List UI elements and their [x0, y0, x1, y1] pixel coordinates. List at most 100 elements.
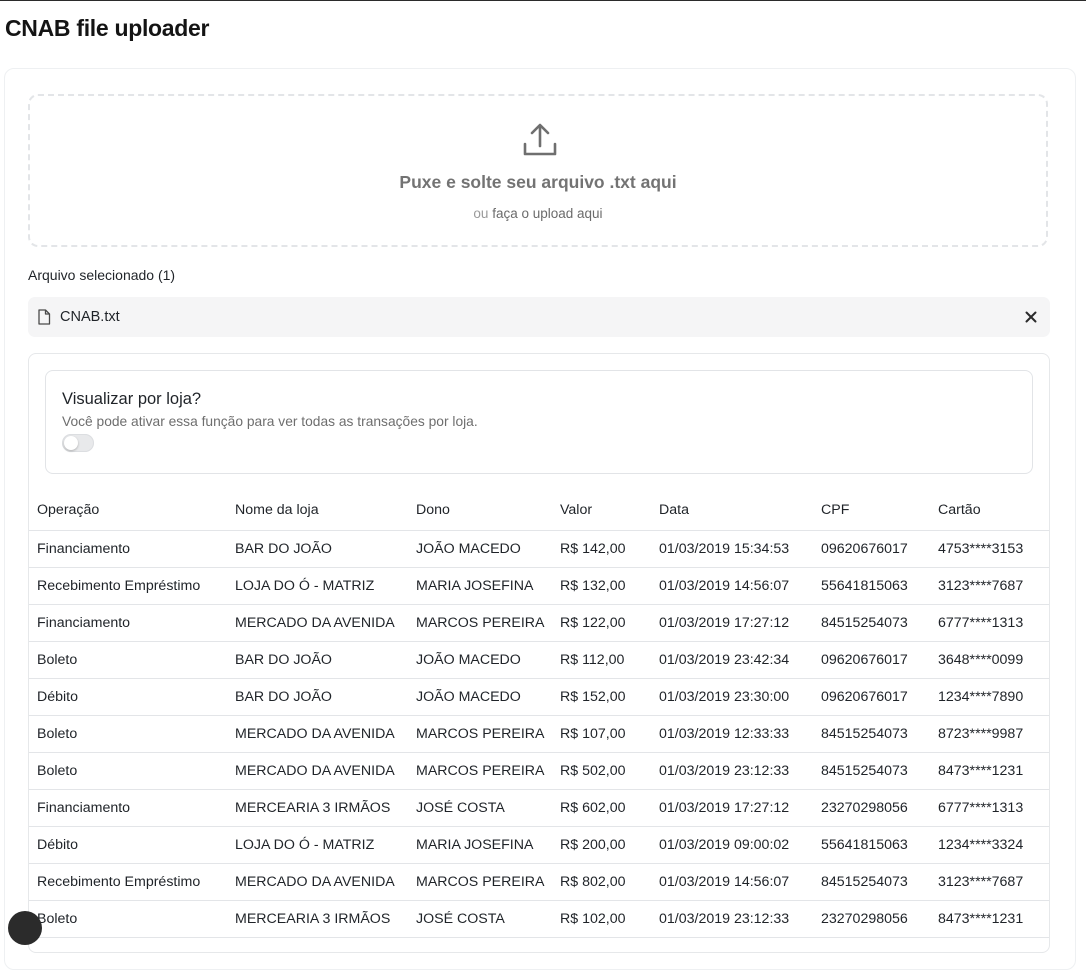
- table-cell: Boleto: [29, 715, 227, 753]
- table-cell: 55641815063: [813, 567, 930, 605]
- table-cell: 01/03/2019 23:12:33: [651, 752, 813, 790]
- table-cell: BAR DO JOÃO: [227, 641, 408, 679]
- page-title: CNAB file uploader: [5, 15, 210, 41]
- table-cell: 8473****1231: [930, 752, 1049, 790]
- table-cell: 84515254073: [813, 863, 930, 901]
- table-cell: 09620676017: [813, 641, 930, 679]
- dropzone-subtext: ou faça o upload aqui: [30, 206, 1046, 221]
- table-cell: 84515254073: [813, 604, 930, 642]
- store-view-description: Você pode ativar essa função para ver to…: [62, 414, 478, 429]
- table-cell: 84515254073: [813, 752, 930, 790]
- table-cell: 09620676017: [813, 530, 930, 568]
- close-icon[interactable]: [1024, 310, 1038, 324]
- table-cell: BAR DO JOÃO: [227, 530, 408, 568]
- table-cell: 84515254073: [813, 715, 930, 753]
- table-cell: JOÃO MACEDO: [408, 530, 552, 568]
- table-cell: R$ 102,00: [552, 900, 651, 938]
- table-cell: Boleto: [29, 752, 227, 790]
- column-header: Dono: [408, 490, 552, 531]
- table-cell: Financiamento: [29, 604, 227, 642]
- table-cell: 8473****1231: [930, 900, 1049, 938]
- table-cell: Boleto: [29, 641, 227, 679]
- table-row: Débito LOJA DO Ó - MATRIZ MARIA JOSEFINA R$…: [29, 826, 1049, 864]
- table-cell: R$ 152,00: [552, 678, 651, 716]
- column-header: CPF: [813, 490, 930, 531]
- table-body: Financiamento BAR DO JOÃO JOÃO MACEDO R$ 14…: [29, 530, 1049, 938]
- dropzone-instruction: Puxe e solte seu arquivo .txt aqui: [399, 172, 677, 192]
- table-cell: R$ 802,00: [552, 863, 651, 901]
- table-cell: LOJA DO Ó - MATRIZ: [227, 826, 408, 864]
- table-cell: R$ 132,00: [552, 567, 651, 605]
- table-cell: R$ 122,00: [552, 604, 651, 642]
- table-cell: MARIA JOSEFINA: [408, 826, 552, 864]
- table-row: Boleto MERCADO DA AVENIDA MARCOS PEREIRA R$…: [29, 752, 1049, 790]
- table-cell: R$ 107,00: [552, 715, 651, 753]
- table-cell: 01/03/2019 23:42:34: [651, 641, 813, 679]
- table-cell: 6777****1313: [930, 789, 1049, 827]
- table-cell: MARIA JOSEFINA: [408, 567, 552, 605]
- table-row: Financiamento MERCADO DA AVENIDA MARCOS PE…: [29, 604, 1049, 642]
- table-cell: 01/03/2019 23:12:33: [651, 900, 813, 938]
- upload-link[interactable]: faça o upload aqui: [492, 206, 602, 221]
- file-icon: [38, 309, 51, 325]
- transactions-table: Operação Nome da loja Dono Valor Data CP…: [29, 490, 1049, 938]
- table-cell: 1234****3324: [930, 826, 1049, 864]
- column-header: Data: [651, 490, 813, 531]
- table-row: Recebimento Empréstimo LOJA DO Ó - MATRIZ…: [29, 567, 1049, 605]
- table-cell: Financiamento: [29, 530, 227, 568]
- table-cell: R$ 502,00: [552, 752, 651, 790]
- table-cell: 4753****3153: [930, 530, 1049, 568]
- table-row: Financiamento BAR DO JOÃO JOÃO MACEDO R$ 14…: [29, 530, 1049, 568]
- selected-file-name: CNAB.txt: [60, 309, 120, 325]
- table-cell: 6777****1313: [930, 604, 1049, 642]
- table-cell: MARCOS PEREIRA: [408, 752, 552, 790]
- store-view-toggle[interactable]: [62, 434, 94, 452]
- floating-action-button[interactable]: [8, 911, 42, 945]
- column-header: Valor: [552, 490, 651, 531]
- table-cell: MERCEARIA 3 IRMÃOS: [227, 900, 408, 938]
- table-header-row: Operação Nome da loja Dono Valor Data CP…: [29, 490, 1049, 531]
- table-cell: 01/03/2019 14:56:07: [651, 863, 813, 901]
- table-cell: 01/03/2019 09:00:02: [651, 826, 813, 864]
- table-row: Débito BAR DO JOÃO JOÃO MACEDO R$ 152,00 01/…: [29, 678, 1049, 716]
- table-cell: 09620676017: [813, 678, 930, 716]
- selected-file-row: CNAB.txt: [28, 297, 1050, 337]
- table-cell: Recebimento Empréstimo: [29, 567, 227, 605]
- table-row: Boleto MERCADO DA AVENIDA MARCOS PEREIRA R$…: [29, 715, 1049, 753]
- table-cell: 1234****7890: [930, 678, 1049, 716]
- table-cell: 01/03/2019 23:30:00: [651, 678, 813, 716]
- table-row: Financiamento MERCEARIA 3 IRMÃOS JOSÉ COST…: [29, 789, 1049, 827]
- top-border: [0, 0, 1086, 1]
- table-cell: MERCADO DA AVENIDA: [227, 863, 408, 901]
- table-cell: Financiamento: [29, 789, 227, 827]
- table-cell: 23270298056: [813, 789, 930, 827]
- table-cell: 01/03/2019 12:33:33: [651, 715, 813, 753]
- table-cell: Débito: [29, 826, 227, 864]
- toggle-knob: [64, 436, 78, 450]
- table-cell: MARCOS PEREIRA: [408, 604, 552, 642]
- file-dropzone[interactable]: Puxe e solte seu arquivo .txt aqui ou fa…: [28, 94, 1048, 247]
- table-cell: JOSÉ COSTA: [408, 900, 552, 938]
- column-header: Nome da loja: [227, 490, 408, 531]
- table-cell: MERCADO DA AVENIDA: [227, 715, 408, 753]
- column-header: Cartão: [930, 490, 1049, 531]
- table-cell: Débito: [29, 678, 227, 716]
- table-cell: Recebimento Empréstimo: [29, 863, 227, 901]
- table-cell: 8723****9987: [930, 715, 1049, 753]
- table-cell: 3123****7687: [930, 567, 1049, 605]
- table-cell: 01/03/2019 17:27:12: [651, 604, 813, 642]
- table-cell: 3648****0099: [930, 641, 1049, 679]
- table-cell: BAR DO JOÃO: [227, 678, 408, 716]
- table-cell: MERCEARIA 3 IRMÃOS: [227, 789, 408, 827]
- table-cell: JOÃO MACEDO: [408, 641, 552, 679]
- table-cell: 01/03/2019 14:56:07: [651, 567, 813, 605]
- upload-icon: [523, 123, 557, 156]
- table-row: Recebimento Empréstimo MERCADO DA AVENIDA…: [29, 863, 1049, 901]
- store-view-card: Visualizar por loja? Você pode ativar es…: [45, 370, 1033, 474]
- table-cell: LOJA DO Ó - MATRIZ: [227, 567, 408, 605]
- column-header: Operação: [29, 490, 227, 531]
- table-row: Boleto BAR DO JOÃO JOÃO MACEDO R$ 112,00 01/…: [29, 641, 1049, 679]
- table-cell: 55641815063: [813, 826, 930, 864]
- table-cell: MERCADO DA AVENIDA: [227, 604, 408, 642]
- table-cell: MERCADO DA AVENIDA: [227, 752, 408, 790]
